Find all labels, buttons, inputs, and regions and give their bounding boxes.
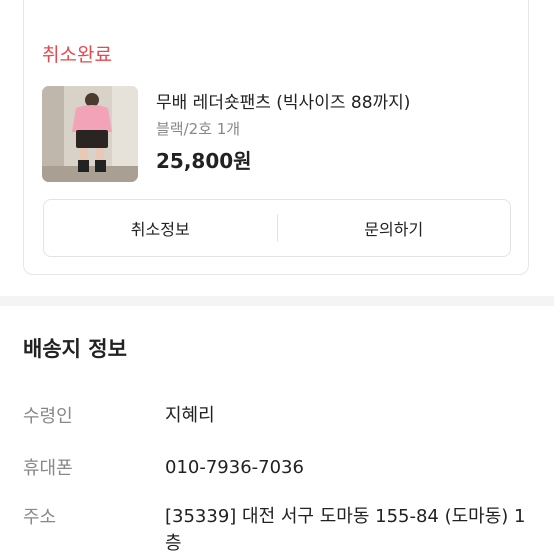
address-label: 주소	[23, 507, 57, 528]
address-value: [35339] 대전 서구 도마동 155-84 (도마동) 1층	[165, 506, 526, 554]
phone-value: 010-7936-7036	[165, 457, 304, 478]
product-image	[42, 86, 138, 182]
product-option: 블랙/2호 1개	[156, 120, 241, 138]
recipient-label: 수령인	[23, 406, 73, 427]
product-name[interactable]: 무배 레더숏팬츠 (빅사이즈 88까지)	[156, 88, 410, 113]
cancel-info-button[interactable]: 취소정보	[44, 200, 277, 256]
shipping-section-title: 배송지 정보	[23, 337, 127, 361]
phone-label: 휴대폰	[23, 458, 73, 479]
order-status: 취소완료	[42, 44, 112, 66]
product-price: 25,800원	[156, 149, 252, 173]
recipient-value: 지혜리	[165, 405, 215, 426]
inquiry-button[interactable]: 문의하기	[278, 200, 511, 256]
product-thumbnail[interactable]	[42, 86, 138, 182]
order-action-buttons: 취소정보 문의하기	[43, 199, 511, 257]
section-divider	[0, 296, 554, 306]
